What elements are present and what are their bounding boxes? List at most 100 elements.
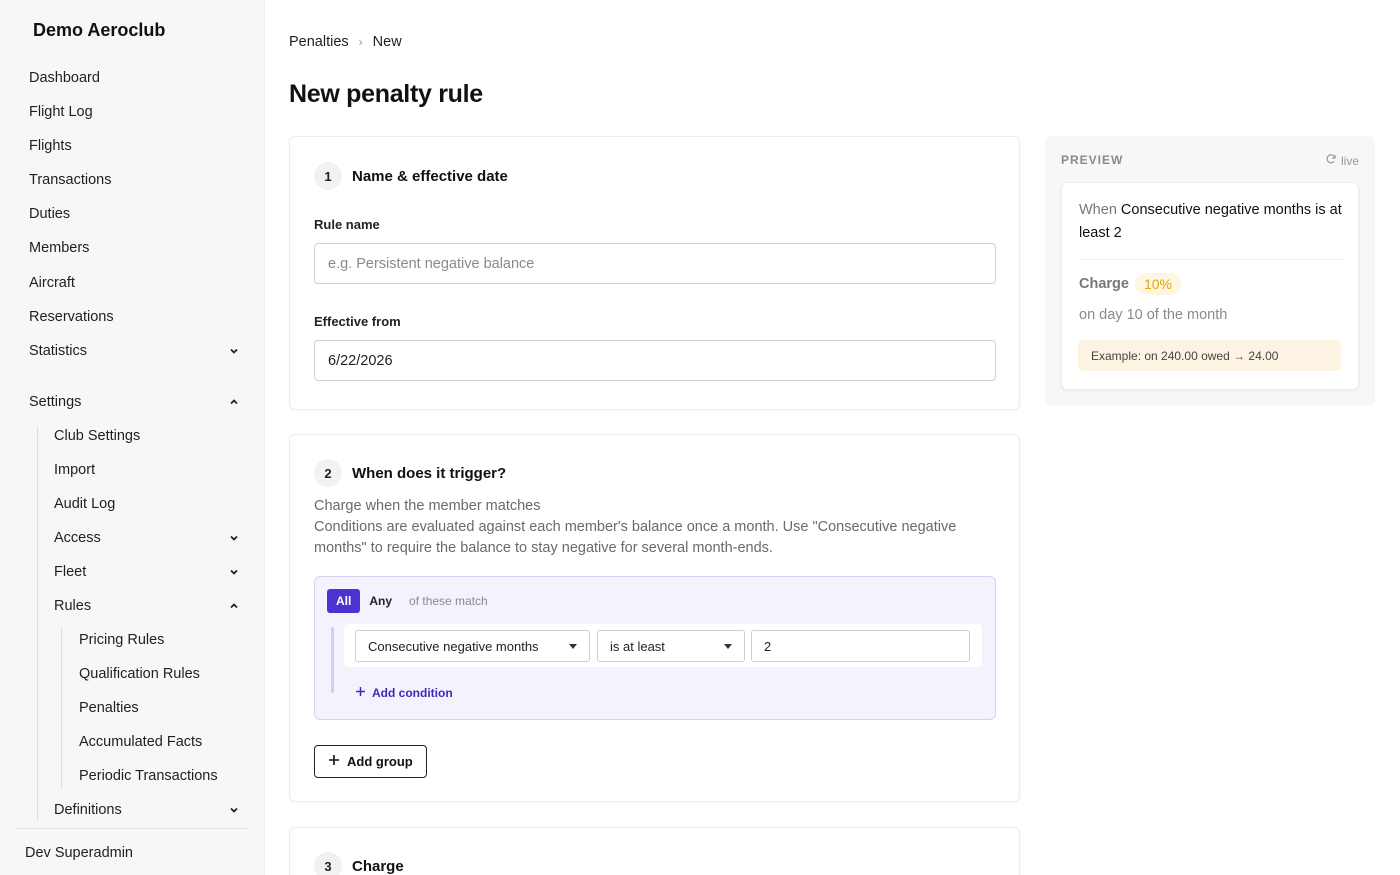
caret-down-icon — [724, 643, 732, 649]
preview-charge: Charge 10% — [1079, 273, 1181, 295]
sidebar-item-duties[interactable]: Duties — [29, 202, 241, 226]
sidebar-item-label: Transactions — [29, 172, 112, 188]
sidebar-item-flight-log[interactable]: Flight Log — [29, 100, 241, 124]
plus-icon — [328, 754, 340, 769]
step-title: Charge — [352, 857, 404, 875]
step-header: 2 When does it trigger? — [314, 459, 506, 487]
sidebar-item-label: Dashboard — [29, 70, 100, 86]
sidebar-item-audit-log[interactable]: Audit Log — [54, 492, 241, 516]
sidebar-item-transactions[interactable]: Transactions — [29, 168, 241, 192]
step-number: 3 — [314, 852, 342, 875]
preview-divider — [1079, 259, 1343, 260]
add-condition-label: Add condition — [372, 686, 453, 700]
sidebar-item-rules[interactable]: Rules — [54, 594, 241, 618]
tree-line — [61, 628, 62, 788]
condition-row: Consecutive negative months is at least — [344, 624, 982, 667]
preview-card: When Consecutive negative months is at l… — [1061, 182, 1359, 390]
rule-name-label: Rule name — [314, 217, 380, 232]
sidebar-item-qualification-rules[interactable]: Qualification Rules — [79, 662, 241, 686]
preview-when: When Consecutive negative months is at l… — [1079, 199, 1349, 245]
add-condition-button[interactable]: Add condition — [355, 686, 453, 700]
step-title: Name & effective date — [352, 167, 508, 185]
preview-panel: PREVIEW live When Consecutive negative m… — [1045, 136, 1375, 406]
step-title: When does it trigger? — [352, 464, 507, 482]
sidebar-item-label: Statistics — [29, 343, 88, 359]
sidebar-item-label: Penalties — [79, 700, 139, 716]
effective-from-label: Effective from — [314, 314, 401, 329]
sidebar-item-accumulated-facts[interactable]: Accumulated Facts — [79, 730, 241, 754]
sidebar-item-definitions[interactable]: Definitions — [54, 798, 241, 822]
step-trigger-card: 2 When does it trigger? Charge when the … — [289, 434, 1020, 802]
condition-group: All Any of these match Consecutive negat… — [314, 576, 996, 720]
caret-down-icon — [569, 643, 577, 649]
chevron-up-icon — [227, 599, 241, 613]
sidebar-item-label: Aircraft — [29, 275, 75, 291]
condition-field-select[interactable]: Consecutive negative months — [355, 630, 590, 662]
add-group-label: Add group — [347, 754, 413, 769]
live-label: live — [1340, 153, 1359, 168]
step-header: 3 Charge — [314, 852, 404, 875]
preview-label: PREVIEW — [1061, 153, 1124, 167]
match-any-button[interactable]: Any — [360, 589, 401, 613]
condition-value-input[interactable] — [751, 630, 970, 662]
match-mode-toggle: All Any of these match — [327, 589, 488, 613]
step-number: 2 — [314, 459, 342, 487]
group-bar — [331, 627, 334, 693]
rule-name-input[interactable] — [314, 243, 996, 284]
sidebar-item-import[interactable]: Import — [54, 458, 241, 482]
add-group-button[interactable]: Add group — [314, 745, 427, 778]
sidebar-item-aircraft[interactable]: Aircraft — [29, 271, 241, 295]
tree-line — [37, 426, 38, 820]
chevron-down-icon — [227, 344, 241, 358]
sidebar-item-members[interactable]: Members — [29, 236, 241, 260]
chevron-down-icon — [227, 565, 241, 579]
sidebar-item-club-settings[interactable]: Club Settings — [54, 424, 241, 448]
sidebar-item-fleet[interactable]: Fleet — [54, 560, 241, 584]
sidebar-item-label: Flight Log — [29, 104, 93, 120]
preview-example: Example: on 240.00 owed → 24.00 — [1078, 340, 1341, 371]
page-title: New penalty rule — [289, 80, 483, 108]
breadcrumb-parent[interactable]: Penalties — [289, 34, 349, 50]
preview-day: on day 10 of the month — [1079, 307, 1228, 323]
preview-when-word: When — [1079, 202, 1117, 218]
sidebar-item-reservations[interactable]: Reservations — [29, 305, 241, 329]
refresh-icon — [1325, 153, 1337, 168]
charge-badge: 10% — [1134, 273, 1181, 295]
match-hint: of these match — [409, 594, 488, 608]
step-header: 1 Name & effective date — [314, 162, 508, 190]
step-number: 1 — [314, 162, 342, 190]
condition-operator-select[interactable]: is at least — [597, 630, 745, 662]
sidebar-item-label: Duties — [29, 206, 71, 222]
sidebar-item-pricing-rules[interactable]: Pricing Rules — [79, 628, 241, 652]
chevron-down-icon — [227, 803, 241, 817]
effective-from-input[interactable] — [314, 340, 996, 381]
match-all-button[interactable]: All — [327, 589, 361, 613]
sidebar-item-dashboard[interactable]: Dashboard — [29, 66, 241, 90]
sidebar-item-label: Audit Log — [54, 496, 116, 512]
sidebar-item-label: Pricing Rules — [79, 632, 165, 648]
sidebar-item-label: Members — [29, 240, 90, 256]
sidebar-item-label: Import — [54, 462, 96, 478]
chevron-right-icon: › — [358, 35, 363, 49]
step-charge-card: 3 Charge — [289, 827, 1020, 875]
plus-icon — [355, 686, 366, 700]
sidebar-item-access[interactable]: Access — [54, 526, 241, 550]
sidebar-item-label: Definitions — [54, 802, 122, 818]
user-menu[interactable]: Dev Superadmin — [25, 845, 133, 861]
breadcrumb-current: New — [372, 34, 402, 50]
sidebar-item-label: Accumulated Facts — [79, 734, 203, 750]
sidebar-item-statistics[interactable]: Statistics — [29, 339, 241, 363]
sidebar: Demo Aeroclub Dashboard Flight Log Fligh… — [0, 0, 265, 875]
sidebar-item-penalties[interactable]: Penalties — [79, 696, 241, 720]
step-name-card: 1 Name & effective date Rule name Effect… — [289, 136, 1020, 410]
select-value: Consecutive negative months — [368, 638, 539, 654]
sidebar-item-settings[interactable]: Settings — [29, 390, 241, 414]
live-indicator: live — [1325, 153, 1359, 168]
sidebar-divider — [16, 828, 248, 829]
sidebar-item-label: Reservations — [29, 309, 114, 325]
trigger-description: Conditions are evaluated against each me… — [314, 519, 957, 556]
app-brand[interactable]: Demo Aeroclub — [33, 20, 165, 41]
select-value: is at least — [610, 638, 665, 654]
sidebar-item-periodic-transactions[interactable]: Periodic Transactions — [79, 764, 241, 788]
sidebar-item-flights[interactable]: Flights — [29, 134, 241, 158]
